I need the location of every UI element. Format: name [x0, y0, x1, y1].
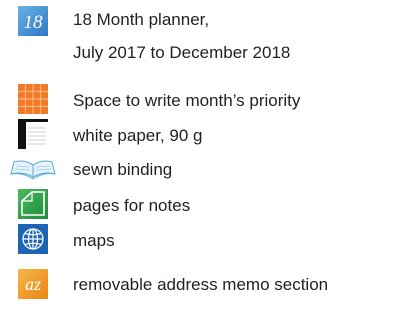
address-label: removable address memo section [73, 275, 329, 294]
priority-label: Space to write month’s priority [73, 91, 301, 110]
open-book-icon [10, 160, 56, 180]
binding-label: sewn binding [73, 160, 173, 179]
paper-label: white paper, 90 g [73, 126, 203, 145]
note-page-icon [18, 189, 48, 219]
feature-maps: maps [0, 222, 410, 258]
notes-label: pages for notes [73, 196, 191, 215]
svg-text:18: 18 [24, 12, 44, 33]
paper-stack-icon [18, 119, 48, 149]
feature-planner: 18 18 Month planner, July 2017 to Decemb… [0, 4, 410, 66]
az-icon: az [18, 269, 48, 299]
feature-notes: pages for notes [0, 187, 410, 223]
grid-icon [18, 84, 48, 114]
feature-binding: sewn binding [0, 152, 410, 188]
globe-icon [18, 224, 48, 254]
calendar-18-icon: 18 [18, 6, 48, 36]
feature-address: az removable address memo section [0, 257, 410, 307]
feature-paper: white paper, 90 g [0, 117, 410, 153]
svg-text:az: az [25, 274, 41, 294]
planner-dates: July 2017 to December 2018 [73, 43, 291, 62]
feature-priority: Space to write month’s priority [0, 82, 410, 118]
maps-label: maps [73, 231, 115, 250]
planner-title: 18 Month planner, [73, 10, 210, 29]
